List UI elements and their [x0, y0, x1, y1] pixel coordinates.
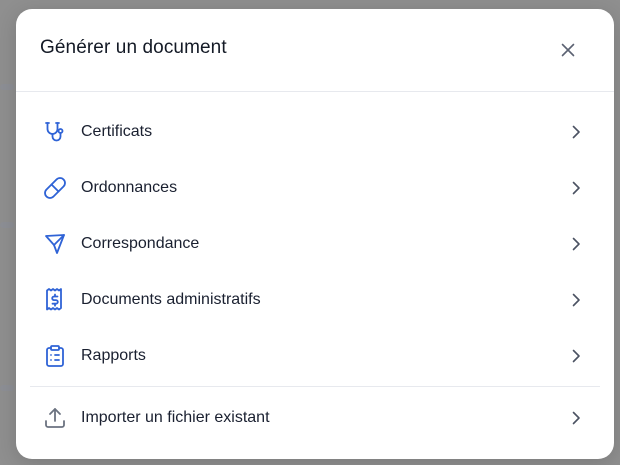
menu-item-correspondance[interactable]: Correspondance — [16, 216, 614, 272]
close-button[interactable] — [556, 38, 580, 62]
upload-icon — [42, 405, 68, 431]
chevron-right-icon — [568, 292, 584, 308]
dialog-header: Générer un document — [16, 9, 614, 92]
clipboard-list-icon — [42, 343, 68, 369]
backdrop-hint — [0, 84, 14, 90]
chevron-right-icon — [568, 180, 584, 196]
chevron-right-icon — [568, 124, 584, 140]
menu-item-label: Certificats — [81, 123, 153, 140]
menu-item-label: Importer un fichier existant — [81, 409, 270, 426]
chevron-right-icon — [568, 348, 584, 364]
backdrop-hint — [0, 222, 14, 228]
generate-document-dialog: Générer un document Certificats Ordonnan… — [16, 9, 614, 459]
dialog-title: Générer un document — [40, 37, 227, 58]
menu-item-documents-administratifs[interactable]: Documents administratifs — [16, 272, 614, 328]
menu-item-label: Correspondance — [81, 235, 200, 252]
send-icon — [42, 231, 68, 257]
divider — [30, 386, 600, 387]
menu-item-ordonnances[interactable]: Ordonnances — [16, 160, 614, 216]
menu-item-label: Documents administratifs — [81, 291, 261, 308]
backdrop-hint — [0, 385, 14, 391]
pill-icon — [42, 175, 68, 201]
chevron-right-icon — [568, 236, 584, 252]
menu-item-label: Ordonnances — [81, 179, 178, 196]
document-type-menu: Certificats Ordonnances Correspondance D… — [16, 104, 614, 384]
menu-item-label: Rapports — [81, 347, 146, 364]
receipt-dollar-icon — [42, 287, 68, 313]
stethoscope-icon — [42, 119, 68, 145]
chevron-right-icon — [568, 410, 584, 426]
menu-item-rapports[interactable]: Rapports — [16, 328, 614, 384]
close-icon — [561, 43, 575, 57]
menu-item-importer-fichier[interactable]: Importer un fichier existant — [16, 390, 614, 446]
menu-item-certificats[interactable]: Certificats — [16, 104, 614, 160]
